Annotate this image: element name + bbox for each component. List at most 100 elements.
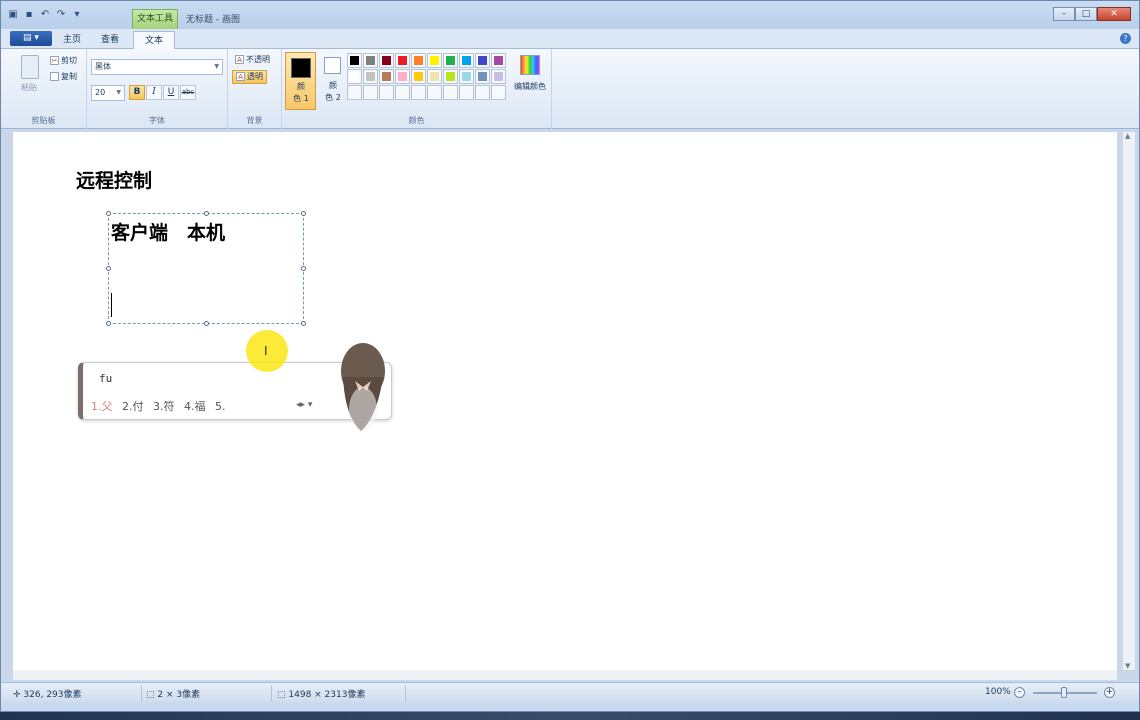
empty-color-swatch[interactable] bbox=[443, 85, 458, 100]
empty-color-swatch[interactable] bbox=[363, 85, 378, 100]
empty-color-swatch[interactable] bbox=[347, 85, 362, 100]
color-swatch-fill bbox=[414, 72, 423, 81]
strikethrough-button[interactable]: abc bbox=[180, 85, 196, 100]
color-swatch-fill bbox=[430, 56, 439, 65]
color-swatch[interactable] bbox=[411, 69, 426, 84]
crosshair-icon: ✛ bbox=[13, 690, 21, 700]
color-swatch[interactable] bbox=[363, 53, 378, 68]
color-swatch[interactable] bbox=[411, 53, 426, 68]
empty-color-swatch[interactable] bbox=[395, 85, 410, 100]
clipboard-group: 粘贴 ✂ 剪切 复制 剪贴板 bbox=[1, 49, 87, 129]
opaque-button[interactable]: A 不透明 bbox=[232, 54, 273, 68]
customize-qat-icon[interactable]: ▾ bbox=[71, 9, 83, 21]
color-swatch[interactable] bbox=[459, 53, 474, 68]
color-swatch[interactable] bbox=[459, 69, 474, 84]
ibeam-cursor-icon: I bbox=[264, 344, 268, 358]
transparent-label: 透明 bbox=[247, 72, 263, 81]
color-swatch-fill bbox=[350, 72, 359, 81]
clipboard-group-label: 剪贴板 bbox=[31, 116, 56, 125]
color1-button[interactable]: 颜 色 1 bbox=[285, 52, 316, 110]
ime-candidate[interactable]: 5. bbox=[215, 400, 226, 413]
empty-color-swatch[interactable] bbox=[491, 85, 506, 100]
status-divider bbox=[271, 685, 272, 701]
zoom-out-button[interactable]: – bbox=[1014, 687, 1025, 698]
cut-button[interactable]: ✂ 剪切 bbox=[50, 55, 77, 66]
resize-handle[interactable] bbox=[301, 211, 306, 216]
resize-handle[interactable] bbox=[204, 211, 209, 216]
ime-candidate[interactable]: 1.父 bbox=[91, 400, 113, 413]
maximize-button[interactable]: □ bbox=[1075, 7, 1097, 21]
paste-button[interactable]: 粘贴 bbox=[21, 82, 37, 93]
undo-icon[interactable]: ↶ bbox=[39, 9, 51, 21]
ime-candidate[interactable]: 2.付 bbox=[122, 400, 144, 413]
close-button[interactable]: ✕ bbox=[1097, 7, 1131, 21]
color-swatch[interactable] bbox=[427, 53, 442, 68]
empty-color-swatch[interactable] bbox=[379, 85, 394, 100]
font-size-select[interactable]: 20 ▼ bbox=[91, 85, 125, 101]
selection-icon: ⬚ bbox=[146, 690, 155, 700]
scroll-up-icon[interactable]: ▲ bbox=[1125, 132, 1130, 140]
underline-button[interactable]: U bbox=[163, 85, 179, 100]
resize-handle[interactable] bbox=[106, 266, 111, 271]
color-swatch[interactable] bbox=[427, 69, 442, 84]
redo-icon[interactable]: ↷ bbox=[55, 9, 67, 21]
transparent-button[interactable]: A 透明 bbox=[232, 70, 267, 84]
status-bar: ✛ 326, 293像素 ⬚ 2 × 3像素 ⬚ 1498 × 2313像素 1… bbox=[1, 682, 1139, 702]
color-swatch[interactable] bbox=[443, 69, 458, 84]
color2-label-top: 颜 bbox=[329, 81, 337, 90]
empty-color-swatch[interactable] bbox=[411, 85, 426, 100]
resize-handle[interactable] bbox=[301, 321, 306, 326]
edit-colors-button[interactable]: 编辑颜色 bbox=[510, 55, 550, 92]
color-swatch[interactable] bbox=[443, 53, 458, 68]
selection-size-value: 2 × 3像素 bbox=[157, 690, 201, 700]
empty-color-swatch[interactable] bbox=[459, 85, 474, 100]
selection-size: ⬚ 2 × 3像素 bbox=[146, 687, 200, 700]
color-swatch-fill bbox=[478, 88, 487, 97]
horizontal-scrollbar[interactable] bbox=[13, 670, 1117, 680]
font-family-select[interactable]: 黑体 ▼ bbox=[91, 59, 223, 75]
bold-button[interactable]: B bbox=[129, 85, 145, 100]
resize-handle[interactable] bbox=[106, 211, 111, 216]
tab-view[interactable]: 查看 bbox=[93, 31, 127, 49]
color-swatch[interactable] bbox=[379, 69, 394, 84]
text-box[interactable]: 客户端 本机 bbox=[106, 211, 306, 326]
drawing-canvas[interactable]: 远程控制 客户端 本机 fu 1.父 2.付 3.符 4.福 5. ◂▸ ▾ I bbox=[13, 132, 1117, 670]
tab-home[interactable]: 主页 bbox=[57, 31, 87, 49]
empty-color-swatch[interactable] bbox=[475, 85, 490, 100]
zoom-in-button[interactable]: + bbox=[1104, 687, 1115, 698]
color-swatch[interactable] bbox=[475, 69, 490, 84]
color-swatch[interactable] bbox=[395, 53, 410, 68]
paint-menu-button[interactable]: ▤ ▾ bbox=[10, 31, 52, 46]
resize-handle[interactable] bbox=[106, 321, 111, 326]
ime-candidate[interactable]: 3.符 bbox=[153, 400, 175, 413]
tab-text[interactable]: 文本 bbox=[133, 31, 175, 49]
color-swatch[interactable] bbox=[347, 69, 362, 84]
transparent-icon: A bbox=[236, 72, 245, 81]
minimize-button[interactable]: – bbox=[1053, 7, 1075, 21]
resize-handle[interactable] bbox=[204, 321, 209, 326]
zoom-slider-thumb[interactable] bbox=[1061, 687, 1067, 698]
paint-app-icon[interactable]: ▣ bbox=[7, 9, 19, 21]
image-size: ⬚ 1498 × 2313像素 bbox=[277, 687, 365, 700]
italic-button[interactable]: I bbox=[146, 85, 162, 100]
color-swatch[interactable] bbox=[363, 69, 378, 84]
color-swatch[interactable] bbox=[347, 53, 362, 68]
color-swatch[interactable] bbox=[379, 53, 394, 68]
color-swatch[interactable] bbox=[491, 53, 506, 68]
ime-page-arrows[interactable]: ◂▸ ▾ bbox=[296, 400, 312, 410]
paste-icon[interactable] bbox=[21, 55, 39, 79]
color-swatch-fill bbox=[350, 56, 359, 65]
resize-handle[interactable] bbox=[301, 266, 306, 271]
vertical-scrollbar[interactable]: ▲ ▼ bbox=[1123, 132, 1135, 670]
ime-candidate[interactable]: 4.福 bbox=[184, 400, 206, 413]
color-swatch[interactable] bbox=[475, 53, 490, 68]
scroll-down-icon[interactable]: ▼ bbox=[1125, 662, 1130, 670]
window-title: 无标题 - 画图 bbox=[186, 15, 240, 25]
color-swatch[interactable] bbox=[395, 69, 410, 84]
save-icon[interactable]: ▪ bbox=[23, 9, 35, 21]
copy-button[interactable]: 复制 bbox=[50, 71, 77, 82]
font-size-value: 20 bbox=[95, 88, 106, 97]
help-icon[interactable]: ? bbox=[1120, 33, 1131, 44]
empty-color-swatch[interactable] bbox=[427, 85, 442, 100]
color-swatch[interactable] bbox=[491, 69, 506, 84]
